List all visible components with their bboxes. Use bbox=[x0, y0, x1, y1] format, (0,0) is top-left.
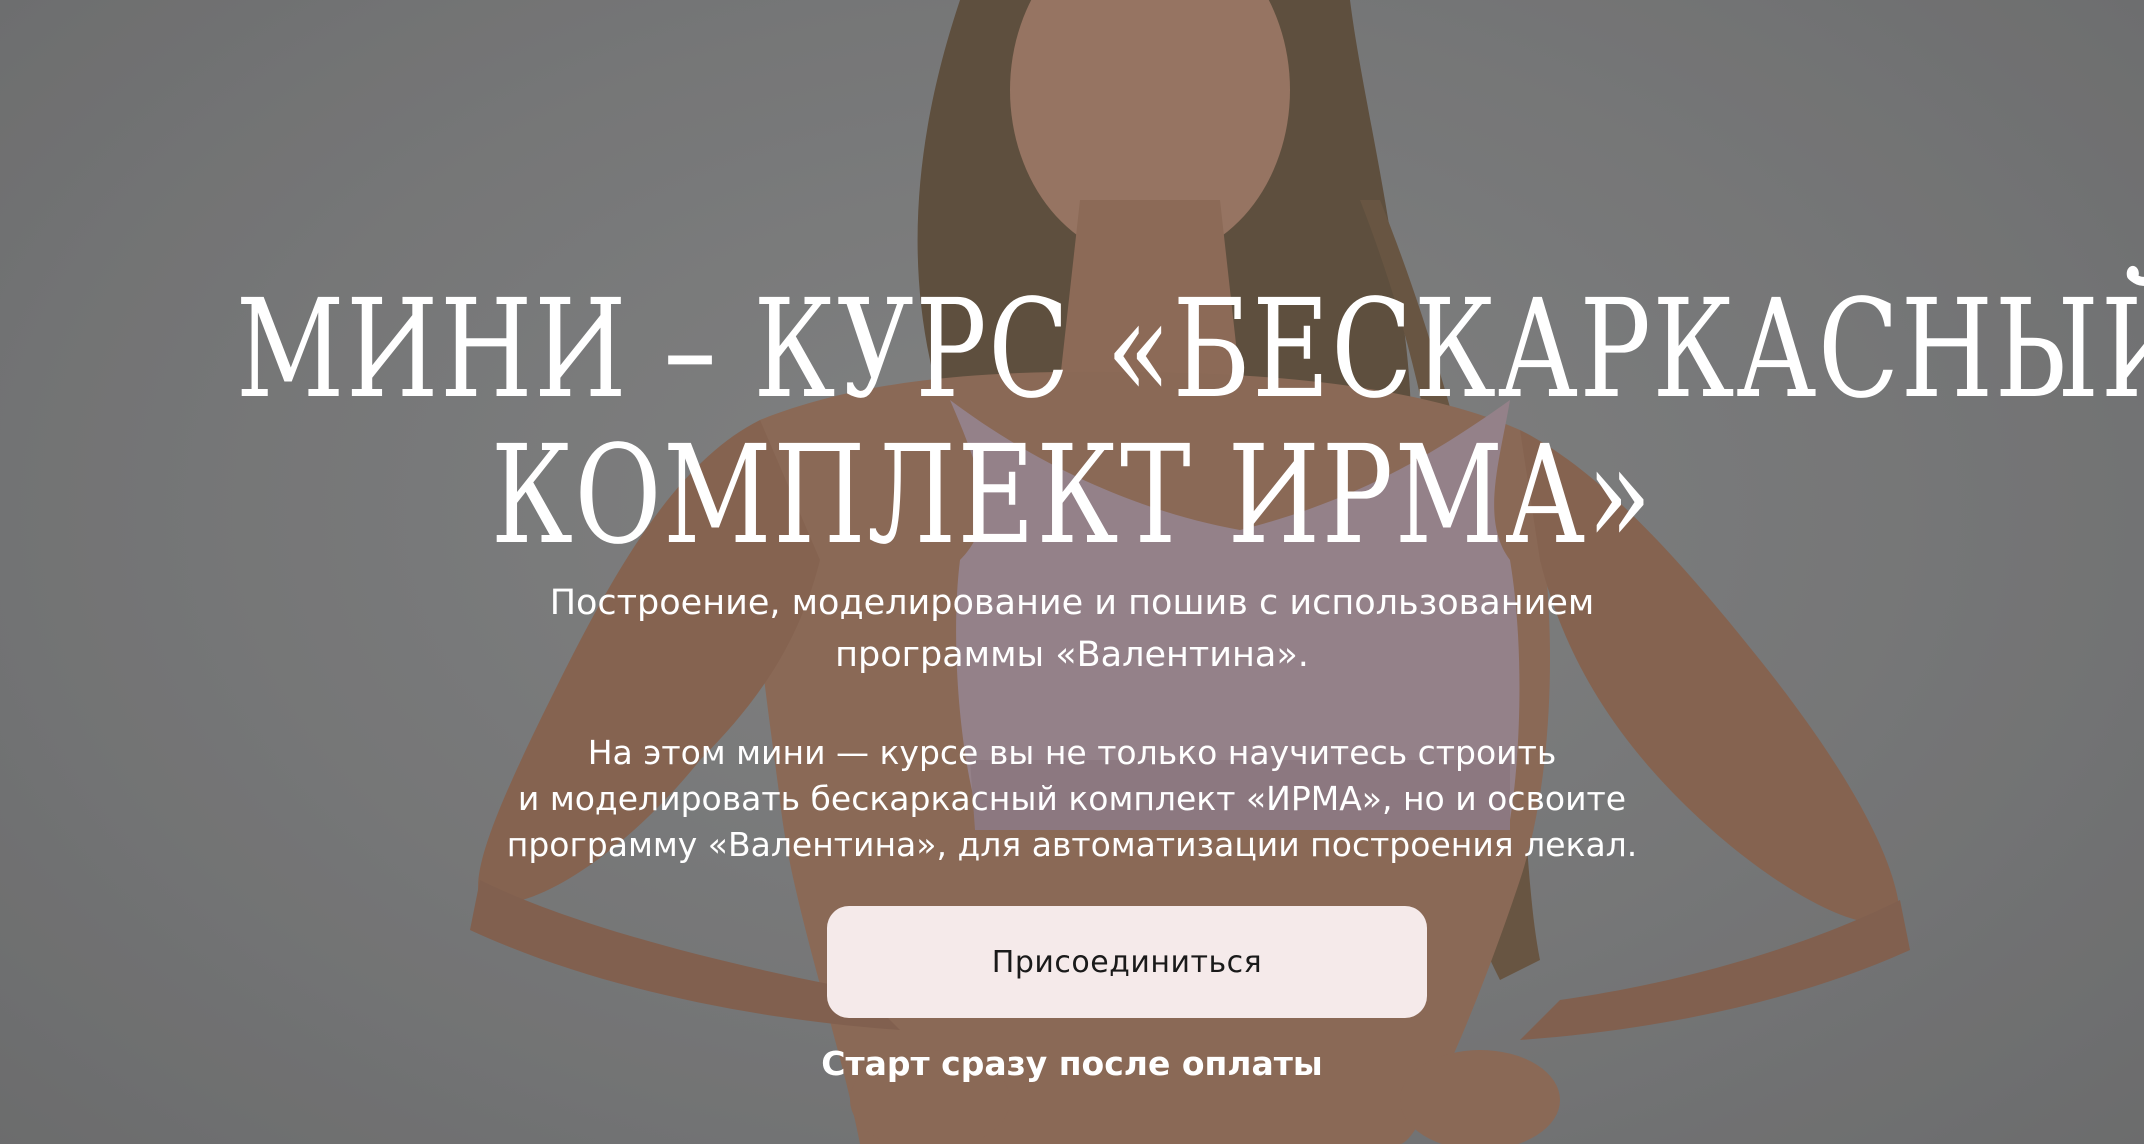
course-description-line-1: На этом мини — курсе вы не только научит… bbox=[587, 733, 1557, 772]
course-title: МИНИ – КУРС «БЕСКАРКАСНЫЙ КОМПЛЕКТ ИРМА» bbox=[235, 271, 2144, 576]
course-description-line-2: и моделировать бескаркасный комплект «ИР… bbox=[517, 779, 1627, 818]
course-subtitle: Построение, моделирование и пошив с испо… bbox=[0, 577, 2144, 681]
course-subtitle-line-1: Построение, моделирование и пошив с испо… bbox=[549, 583, 1595, 623]
course-title-line-1: МИНИ – КУРС «БЕСКАРКАСНЫЙ bbox=[235, 271, 2144, 430]
course-description-line-3: программу «Валентина», для автоматизации… bbox=[506, 825, 1638, 864]
course-title-line-2: КОМПЛЕКТ ИРМА» bbox=[490, 417, 1654, 576]
course-subtitle-line-2: программы «Валентина». bbox=[835, 635, 1309, 675]
course-description: На этом мини — курсе вы не только научит… bbox=[0, 730, 2144, 868]
hero-content: МИНИ – КУРС «БЕСКАРКАСНЫЙ КОМПЛЕКТ ИРМА»… bbox=[0, 0, 2144, 1144]
join-button[interactable]: Присоединиться bbox=[827, 906, 1427, 1018]
start-note: Старт сразу после оплаты bbox=[821, 1044, 1323, 1083]
